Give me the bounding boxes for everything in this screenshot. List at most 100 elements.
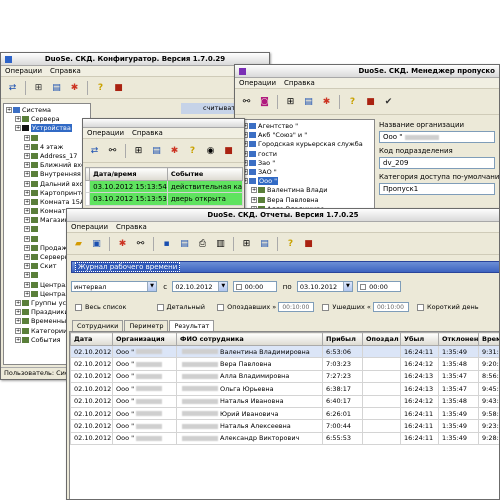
exit-icon[interactable]: ■: [111, 81, 126, 95]
tree-node[interactable]: + Картопринтер: [4, 189, 90, 198]
col-arrived[interactable]: Прибыл: [322, 332, 363, 346]
to-time-field[interactable]: 00:00: [357, 281, 402, 292]
table-row[interactable]: 02.10.2012 Ооо " Наталья Алексеевна 7:00:44…: [70, 419, 499, 433]
help-icon[interactable]: ?: [93, 81, 108, 95]
option-short-day[interactable]: Короткий день: [417, 303, 479, 311]
network-icon[interactable]: ⊞: [31, 81, 46, 95]
menu-help[interactable]: Справка: [116, 222, 147, 232]
table-row[interactable]: 02.10.2012 Ооо " Александр Викторович 6:55:…: [70, 431, 499, 446]
menu-operations[interactable]: Операции: [71, 222, 108, 232]
expand-icon[interactable]: +: [251, 196, 257, 203]
menu-help[interactable]: Справка: [132, 128, 163, 138]
tree-node[interactable]: +: [4, 134, 90, 143]
expand-icon[interactable]: +: [15, 336, 21, 343]
option-full-list[interactable]: Весь список: [75, 303, 126, 311]
expand-icon[interactable]: +: [24, 217, 30, 224]
events-col-event[interactable]: Событие: [166, 167, 244, 181]
col-time[interactable]: Время: [478, 332, 499, 346]
tree-node[interactable]: + Сервера: [4, 115, 90, 124]
col-date[interactable]: Дата: [70, 332, 113, 346]
devices-icon[interactable]: ▤: [49, 81, 64, 95]
expand-icon[interactable]: +: [15, 125, 21, 132]
tree-node[interactable]: + Ближний вход: [4, 161, 90, 170]
floppy-icon[interactable]: ▪: [159, 237, 174, 251]
configurator-titlebar[interactable]: DuoSe. СКД. Конфигуратор. Версия 1.7.0.2…: [1, 53, 269, 66]
option-detailed[interactable]: Детальный: [156, 303, 205, 311]
export-icon[interactable]: ▤: [177, 237, 192, 251]
expand-icon[interactable]: +: [15, 318, 21, 325]
col-organization[interactable]: Организация: [112, 332, 177, 346]
help-icon[interactable]: ?: [185, 144, 200, 158]
tab-perimeter[interactable]: Периметр: [124, 320, 169, 331]
exit-icon[interactable]: ■: [301, 237, 316, 251]
expand-icon[interactable]: +: [24, 272, 30, 279]
exit-icon[interactable]: ■: [363, 95, 378, 109]
expand-icon[interactable]: +: [24, 290, 30, 297]
table-row[interactable]: 02.10.2012 Ооо " Наталья Ивановна 6:40:17 16…: [70, 394, 499, 408]
expand-icon[interactable]: +: [24, 134, 30, 141]
table-row[interactable]: 02.10.2012 Ооо " Валентина Владимировна 6:5…: [70, 344, 499, 359]
option-left-early[interactable]: Ушедших « 00:10:00: [322, 302, 409, 312]
menu-operations[interactable]: Операции: [5, 66, 42, 76]
tree-node[interactable]: + Агентство ": [240, 122, 374, 131]
option-full-list-checkbox[interactable]: [75, 303, 82, 311]
event-row[interactable]: 03.10.2012 15:13:53 дверь открыта: [84, 192, 244, 206]
tree-node[interactable]: + Вера Павловна: [240, 196, 374, 205]
tree-node[interactable]: + гости: [240, 150, 374, 159]
expand-icon[interactable]: +: [251, 187, 257, 194]
colors-icon[interactable]: ✱: [167, 144, 182, 158]
tree-node[interactable]: + Комната 15А: [4, 198, 90, 207]
network-icon[interactable]: ⊞: [283, 95, 298, 109]
colors-icon[interactable]: ✱: [115, 237, 130, 251]
expand-icon[interactable]: +: [24, 254, 30, 260]
expand-icon[interactable]: +: [24, 235, 30, 242]
to-time-checkbox[interactable]: [360, 284, 367, 290]
menu-help[interactable]: Справка: [50, 66, 81, 76]
option-late-checkbox[interactable]: [217, 303, 225, 311]
org-name-field[interactable]: Ооо ": [379, 131, 495, 143]
col-left[interactable]: Убыл: [400, 332, 439, 346]
menu-operations[interactable]: Операции: [87, 128, 124, 138]
table-row[interactable]: 02.10.2012 Ооо " Юрий Ивановича 6:26:01 16:2…: [70, 406, 499, 421]
dept-code-field[interactable]: dv_209: [379, 157, 495, 169]
save-icon[interactable]: ▣: [89, 237, 104, 251]
event-row[interactable]: 03.10.2012 15:13:54 действительная ка: [84, 179, 244, 194]
devices-icon[interactable]: ▤: [257, 237, 272, 251]
table-row[interactable]: 02.10.2012 Ооо " Вера Павловна 7:03:23 16:24…: [70, 357, 499, 371]
option-left-early-checkbox[interactable]: [322, 303, 330, 311]
binoculars-icon[interactable]: ⚯: [133, 237, 148, 251]
expand-icon[interactable]: +: [24, 162, 30, 169]
tree-node[interactable]: + Внутренняя пр: [4, 170, 90, 179]
colors-icon[interactable]: ✱: [319, 95, 334, 109]
menu-operations[interactable]: Операции: [239, 78, 276, 88]
devices-icon[interactable]: ▤: [301, 95, 316, 109]
menu-help[interactable]: Справка: [284, 78, 315, 88]
to-date-field[interactable]: 03.10.2012 ▼: [296, 281, 353, 292]
devices-icon[interactable]: ▤: [149, 144, 164, 158]
tree-node[interactable]: + Ооо ": [240, 177, 374, 186]
exit-icon[interactable]: ■: [221, 144, 236, 158]
from-time-checkbox[interactable]: [235, 284, 242, 290]
from-date-field[interactable]: 02.10.2012 ▼: [172, 281, 229, 292]
table-row[interactable]: 02.10.2012 Ооо " Ольга Юрьевна 6:38:17 16:24…: [70, 382, 499, 396]
expand-icon[interactable]: +: [15, 327, 21, 334]
expand-icon[interactable]: +: [6, 107, 12, 113]
tree-node[interactable]: + Система: [4, 106, 90, 115]
option-detailed-checkbox[interactable]: [156, 303, 164, 311]
col-deviation[interactable]: Отклонен: [438, 332, 479, 346]
tree-node[interactable]: + Акб "Союз" и ": [240, 131, 374, 140]
events-col-datetime[interactable]: Дата/время: [89, 167, 168, 181]
expand-icon[interactable]: +: [24, 171, 30, 178]
tab-result[interactable]: Результат: [169, 320, 215, 331]
back-arrows-icon[interactable]: ⇄: [87, 144, 102, 158]
events-titlebar[interactable]: [83, 119, 244, 128]
expand-icon[interactable]: +: [15, 299, 21, 306]
tree-node[interactable]: + ЗАО ": [240, 168, 374, 177]
manager-titlebar[interactable]: DuoSe. СКД. Менеджер пропуско: [235, 65, 499, 78]
expand-icon[interactable]: +: [24, 198, 30, 205]
card-icon[interactable]: ◙: [257, 95, 272, 109]
eye-icon[interactable]: ◉: [203, 144, 218, 158]
open-folder-icon[interactable]: ▰: [71, 237, 86, 251]
binoculars-icon[interactable]: ⚯: [105, 144, 120, 158]
check-icon[interactable]: ✔: [381, 95, 396, 109]
